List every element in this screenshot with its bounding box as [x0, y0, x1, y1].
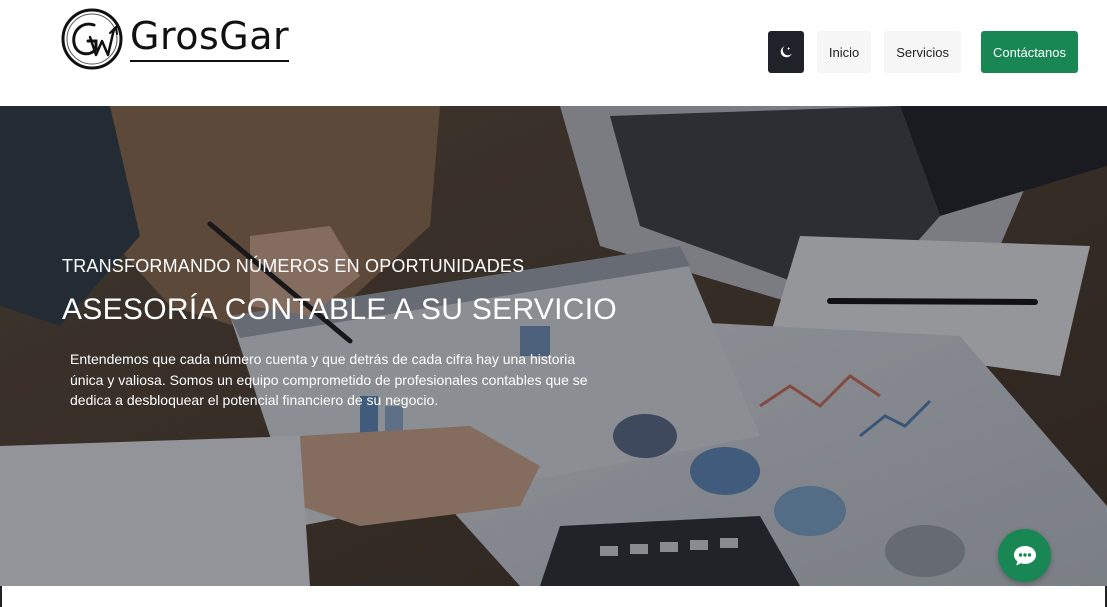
- brand-name: GrosGar: [130, 15, 290, 62]
- chat-bubble-icon: [1013, 545, 1036, 565]
- nav-inicio-button[interactable]: Inicio: [816, 31, 872, 73]
- hero-subtitle: TRANSFORMANDO NÚMEROS EN OPORTUNIDADES: [62, 256, 525, 276]
- grosgar-monogram-logo-icon: [61, 8, 123, 70]
- hero-title: ASESORÍA CONTABLE A SU SERVICIO: [62, 293, 618, 326]
- chat-button[interactable]: [998, 529, 1051, 582]
- nav-servicios-button[interactable]: Servicios: [884, 31, 961, 73]
- site-header: GrosGar Inicio Servicios Contáctanos: [0, 0, 1107, 106]
- hero-section: TRANSFORMANDO NÚMEROS EN OPORTUNIDADES A…: [0, 106, 1107, 586]
- theme-toggle-button[interactable]: [767, 31, 804, 73]
- moon-stars-icon: [780, 46, 792, 58]
- brand-logo-link[interactable]: GrosGar: [60, 7, 290, 71]
- hero-description: Entendemos que cada número cuenta y que …: [70, 351, 588, 408]
- hero-content: TRANSFORMANDO NÚMEROS EN OPORTUNIDADES A…: [62, 256, 622, 411]
- contact-button[interactable]: Contáctanos: [981, 31, 1078, 73]
- main-nav: Inicio Servicios Contáctanos: [767, 31, 1078, 73]
